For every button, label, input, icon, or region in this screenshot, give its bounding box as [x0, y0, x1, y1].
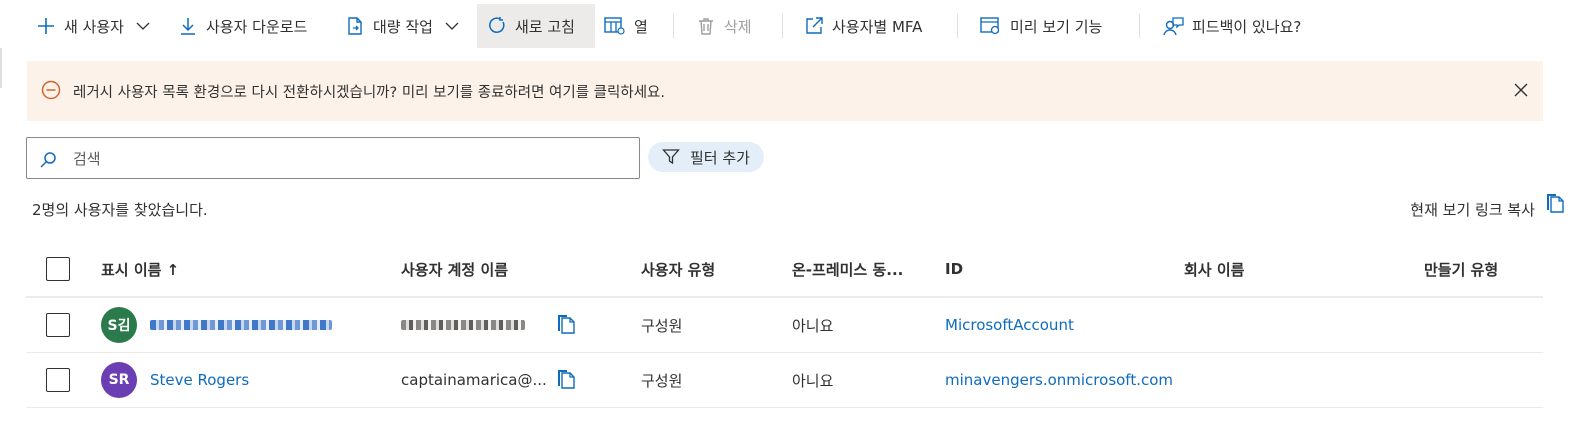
search-box	[26, 137, 640, 179]
copy-icon	[1547, 194, 1564, 213]
column-header-display-name[interactable]: 표시 이름 ↑	[101, 242, 179, 296]
new-user-button[interactable]: 새 사용자	[36, 4, 150, 48]
results-count: 2명의 사용자를 찾았습니다.	[32, 201, 208, 219]
identity-link[interactable]: MicrosoftAccount	[945, 298, 1074, 352]
table-row[interactable]: SR Steve Rogers captainamarica@... 구성원 아…	[26, 353, 1543, 408]
close-icon[interactable]	[1513, 82, 1529, 98]
column-header-user-type[interactable]: 사용자 유형	[641, 242, 715, 296]
feedback-button[interactable]: 피드백이 있나요?	[1162, 4, 1301, 48]
bulk-operations-button[interactable]: 대량 작업	[345, 4, 459, 48]
download-icon	[181, 18, 195, 35]
table-header-row: 표시 이름 ↑ 사용자 계정 이름 사용자 유형 온-프레미스 동... ID …	[26, 242, 1543, 297]
redacted-upn	[401, 320, 525, 330]
display-name-link[interactable]: Steve Rogers	[150, 353, 249, 407]
per-user-mfa-button[interactable]: 사용자별 MFA	[804, 4, 922, 48]
left-edge-marker	[0, 48, 2, 88]
delete-button[interactable]: 삭제	[696, 4, 752, 48]
trash-icon	[699, 18, 713, 35]
users-table: 표시 이름 ↑ 사용자 계정 이름 사용자 유형 온-프레미스 동... ID …	[26, 242, 1543, 408]
column-header-upn[interactable]: 사용자 계정 이름	[401, 242, 508, 296]
filter-icon	[662, 149, 680, 165]
feedback-label: 피드백이 있나요?	[1192, 17, 1302, 36]
toolbar-divider	[782, 14, 783, 38]
display-name-link[interactable]	[150, 298, 332, 352]
command-bar: 새 사용자 사용자 다운로드 대량 작업 새로 고침 열 삭제 사용자별 MFA…	[0, 0, 1591, 52]
preview-features-label: 미리 보기 기능	[1010, 17, 1103, 36]
row-checkbox[interactable]	[46, 313, 70, 337]
open-external-icon	[806, 17, 823, 34]
columns-button[interactable]: 열	[604, 4, 648, 48]
add-filter-button[interactable]: 필터 추가	[648, 142, 764, 172]
search-input[interactable]	[71, 146, 635, 172]
refresh-icon	[489, 17, 505, 33]
column-header-company-name[interactable]: 회사 이름	[1184, 242, 1244, 296]
legacy-switch-banner[interactable]: 레거시 사용자 목록 환경으로 다시 전환하시겠습니까? 미리 보기를 종료하려…	[27, 61, 1543, 121]
search-icon	[40, 152, 56, 168]
new-user-label: 새 사용자	[64, 17, 124, 36]
refresh-label: 새로 고침	[515, 17, 575, 36]
avatar: SR	[101, 362, 137, 398]
plus-icon	[38, 18, 54, 34]
add-filter-label: 필터 추가	[690, 148, 750, 167]
download-users-label: 사용자 다운로드	[206, 17, 308, 36]
row-checkbox[interactable]	[46, 368, 70, 392]
user-type-cell: 구성원	[641, 371, 683, 390]
copy-view-link-button[interactable]: 현재 보기 링크 복사	[1410, 194, 1564, 220]
toolbar-divider	[957, 14, 958, 38]
delete-label: 삭제	[724, 17, 752, 36]
on-prem-sync-cell: 아니요	[792, 316, 834, 335]
banner-message[interactable]: 레거시 사용자 목록 환경으로 다시 전환하시겠습니까? 미리 보기를 종료하려…	[73, 81, 665, 102]
chevron-down-icon	[445, 22, 459, 30]
on-prem-sync-cell: 아니요	[792, 371, 834, 390]
feedback-person-icon	[1163, 17, 1184, 36]
column-header-on-prem-sync[interactable]: 온-프레미스 동...	[792, 242, 903, 296]
chevron-down-icon	[136, 22, 150, 30]
redacted-display-name	[150, 320, 332, 330]
refresh-button[interactable]: 새로 고침	[477, 4, 595, 48]
copy-icon[interactable]	[556, 314, 576, 336]
copy-view-link-label: 현재 보기 링크 복사	[1410, 201, 1535, 219]
select-all-checkbox[interactable]	[46, 257, 70, 281]
bulk-operations-label: 대량 작업	[373, 17, 433, 36]
warning-circle-icon	[41, 80, 61, 100]
columns-icon	[604, 17, 625, 35]
toolbar-divider	[1139, 14, 1140, 38]
bulk-document-icon	[348, 17, 362, 35]
toolbar-divider	[673, 14, 674, 38]
download-users-button[interactable]: 사용자 다운로드	[178, 4, 307, 48]
copy-icon[interactable]	[556, 369, 576, 391]
identity-link[interactable]: minavengers.onmicrosoft.com	[945, 353, 1173, 407]
user-type-cell: 구성원	[641, 316, 683, 335]
upn-cell: captainamarica@...	[401, 371, 547, 389]
preview-features-button[interactable]: 미리 보기 기능	[980, 4, 1102, 48]
column-header-identities[interactable]: ID	[945, 242, 963, 296]
avatar: S김	[101, 307, 137, 343]
preview-settings-icon	[980, 17, 1000, 35]
per-user-mfa-label: 사용자별 MFA	[832, 17, 923, 36]
columns-label: 열	[634, 17, 648, 36]
table-row[interactable]: S김 구성원 아니요 MicrosoftAccount	[26, 297, 1543, 353]
column-header-creation-type[interactable]: 만들기 유형	[1424, 242, 1498, 296]
